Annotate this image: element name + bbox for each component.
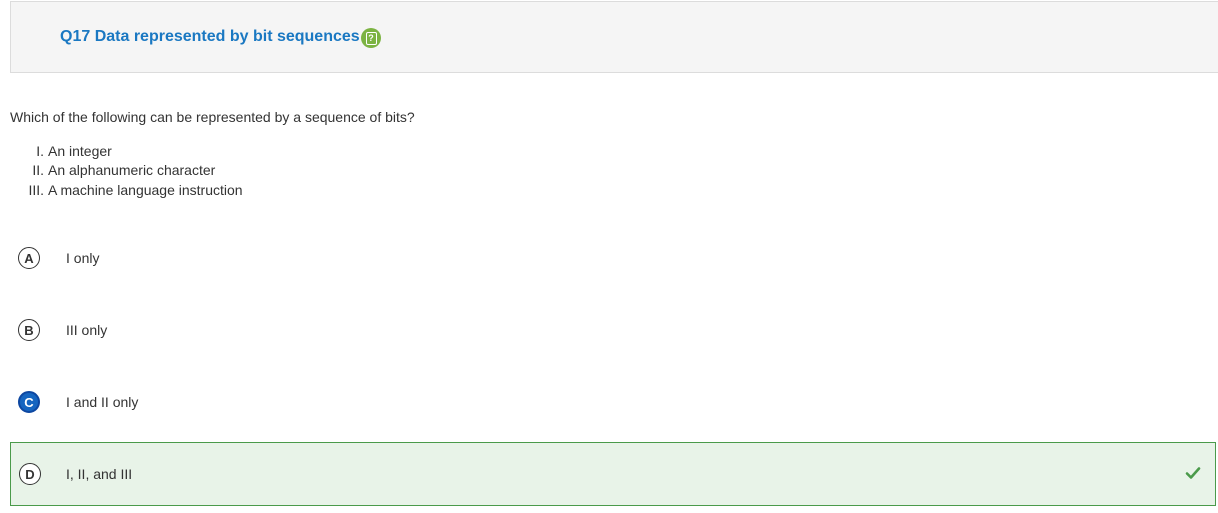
statement-text: An integer [48, 143, 112, 159]
question-prompt: Which of the following can be represente… [10, 109, 415, 125]
choice-letter-b: B [18, 319, 40, 341]
checkmark-icon [1185, 467, 1201, 479]
statement-2: II. An alphanumeric character [4, 162, 215, 178]
question-header: Q17 Data represented by bit sequences ? [10, 1, 1218, 73]
statement-1: I. An integer [4, 143, 112, 159]
help-glyph: ? [365, 31, 377, 45]
statement-text: A machine language instruction [48, 182, 243, 198]
statement-number: I. [36, 143, 44, 159]
statement-text: An alphanumeric character [48, 162, 216, 178]
choice-letter-c-selected: C [18, 391, 40, 413]
statement-number: II. [32, 162, 44, 178]
choice-text-c: I and II only [66, 394, 139, 410]
question-page: Q17 Data represented by bit sequences ? … [0, 0, 1218, 513]
choice-c[interactable]: C I and II only [10, 370, 1216, 434]
choice-letter-d: D [19, 463, 41, 485]
help-icon[interactable]: ? [361, 28, 381, 48]
statement-3: III. A machine language instruction [4, 182, 243, 198]
choice-b[interactable]: B III only [10, 298, 1216, 362]
choice-letter-a: A [18, 247, 40, 269]
choice-text-a: I only [66, 250, 100, 266]
question-title: Q17 Data represented by bit sequences [60, 28, 360, 45]
statement-number: III. [28, 182, 44, 198]
choice-d-correct[interactable]: D I, II, and III [10, 442, 1216, 506]
choice-text-b: III only [66, 322, 108, 338]
choice-a[interactable]: A I only [10, 226, 1216, 290]
choice-text-d: I, II, and III [66, 466, 133, 482]
